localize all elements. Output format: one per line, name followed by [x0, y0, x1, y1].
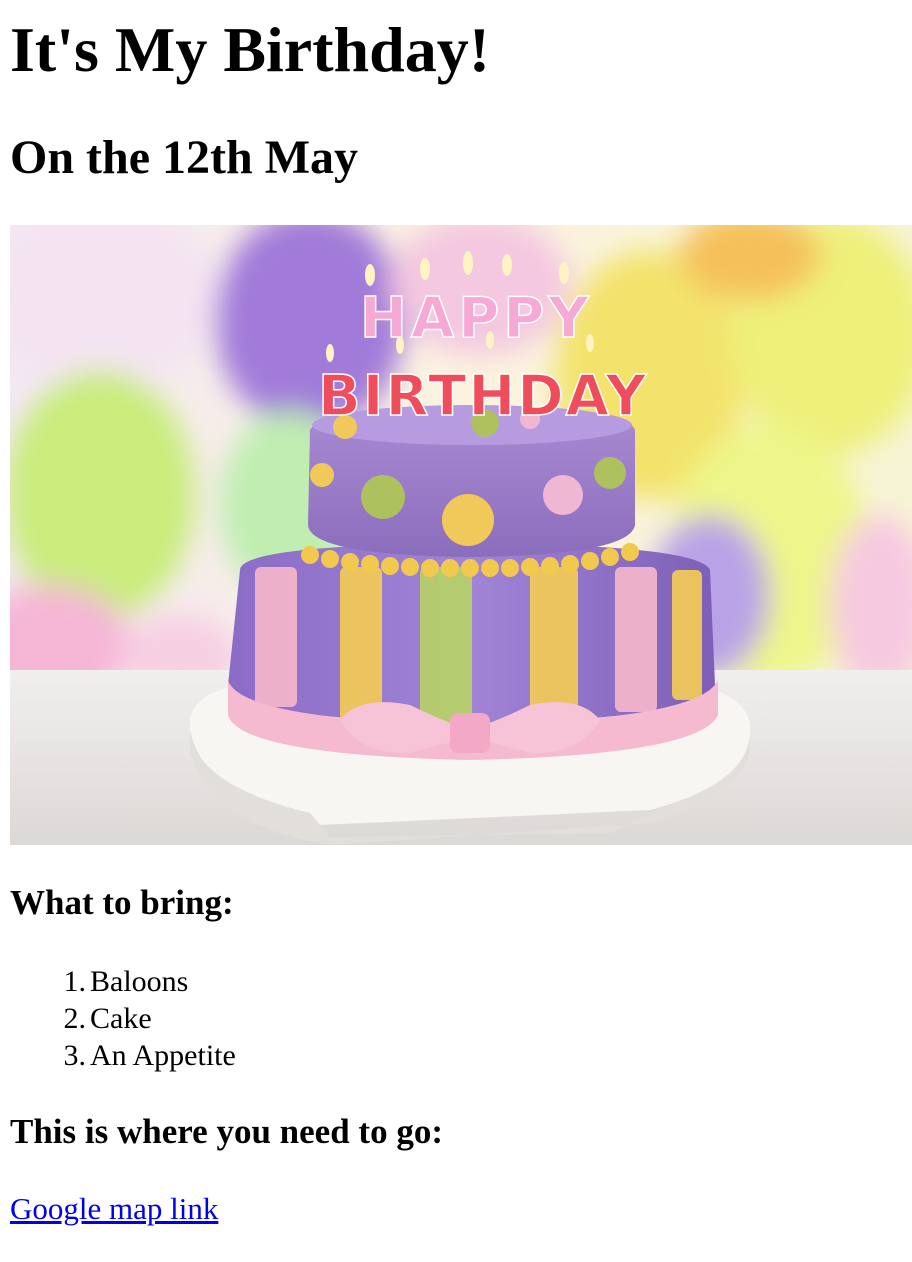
list-item-label: An Appetite: [90, 1039, 236, 1072]
list-item: 3. An Appetite: [63, 1039, 236, 1072]
list-item-label: Cake: [90, 1002, 152, 1035]
bring-heading: What to bring:: [10, 883, 234, 922]
google-map-link[interactable]: Google map link: [10, 1190, 218, 1228]
svg-text:BIRTHDAY: BIRTHDAY: [318, 364, 648, 429]
list-item: 1. Baloons: [63, 965, 189, 998]
date-heading: On the 12th May: [10, 131, 358, 184]
svg-text:HAPPY: HAPPY: [360, 286, 593, 351]
page-title: It's My Birthday!: [10, 14, 490, 85]
list-item: 2. Cake: [63, 1002, 152, 1035]
bring-list: 1. Baloons 2. Cake 3. An Appetite: [10, 963, 236, 1074]
list-item-label: Baloons: [90, 965, 189, 998]
birthday-cake-image: HAPPY BIRTHDAY: [10, 225, 912, 845]
directions-heading: This is where you need to go:: [10, 1112, 443, 1151]
